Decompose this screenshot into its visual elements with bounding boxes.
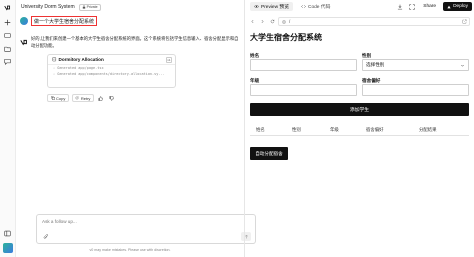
- eye-icon: [254, 5, 259, 8]
- copy-icon: [50, 96, 55, 100]
- user-message-avatar: [20, 17, 28, 25]
- sidebar-toggle-icon[interactable]: [3, 229, 12, 238]
- forward-icon[interactable]: [258, 18, 266, 26]
- assistant-message: 好的,让我们来创建一个基本的大学生宿舍分配系统的界面。这个系统将包括学生信息输入…: [31, 36, 239, 48]
- tab-preview-label: Preview 预览: [261, 5, 289, 10]
- grade-input[interactable]: [250, 84, 357, 96]
- fullscreen-icon[interactable]: [407, 2, 416, 11]
- pane-divider[interactable]: [244, 0, 245, 257]
- thumbs-down-icon[interactable]: [108, 94, 116, 102]
- lock-icon: [82, 5, 85, 9]
- chat-pane: University Dorm System Private 做一个大学生宿舍分…: [16, 0, 256, 257]
- tab-preview[interactable]: Preview 预览: [250, 2, 293, 11]
- v0-assistant-icon: [20, 38, 28, 46]
- user-avatar[interactable]: [3, 243, 13, 253]
- preview-app: 大学生宿舍分配系统 姓名 性别 选择性别 年级 宿舍偏好 添加学生 姓名 性别 …: [250, 33, 470, 160]
- followup-box: [36, 214, 256, 244]
- back-icon[interactable]: [248, 18, 256, 26]
- thumbs-up-icon[interactable]: [97, 94, 105, 102]
- add-student-button[interactable]: 添加学生: [250, 103, 469, 116]
- file-code-icon: [52, 57, 57, 62]
- privacy-label: Private: [86, 5, 98, 9]
- url-field[interactable]: /: [278, 17, 470, 26]
- copy-button[interactable]: Copy: [47, 94, 69, 102]
- students-table-header: 姓名 性别 年级 宿舍偏好 分配结果: [250, 125, 469, 136]
- triangle-icon: [447, 5, 451, 8]
- app-title: 大学生宿舍分配系统: [250, 33, 322, 42]
- plus-icon[interactable]: [3, 18, 12, 27]
- tab-code-label: Code 代码: [308, 5, 331, 10]
- copy-label: Copy: [56, 95, 66, 101]
- user-message-row: 做一个大学生宿舍分配系统: [20, 16, 98, 26]
- table-header-cell: 性别: [292, 127, 301, 132]
- table-header-cell: 年级: [330, 127, 339, 132]
- url-bar: /: [246, 15, 472, 28]
- artifact-header: Dormitory Allocation: [48, 55, 175, 65]
- url-text: /: [289, 19, 291, 24]
- chat-history-icon[interactable]: [3, 31, 12, 40]
- followup-input[interactable]: [42, 219, 242, 224]
- auto-allocate-button[interactable]: 自动分配宿舍: [250, 147, 288, 160]
- artifact-title: Dormitory Allocation: [58, 57, 104, 62]
- tab-code[interactable]: Code 代码: [297, 2, 334, 11]
- chat-title[interactable]: University Dorm System: [21, 4, 75, 10]
- retry-icon: [76, 96, 79, 100]
- external-link-icon[interactable]: [462, 19, 467, 24]
- v0-logo-icon[interactable]: [3, 3, 12, 12]
- artifact-line-text: Generated app/components/directory-alloc…: [57, 72, 165, 76]
- refresh-icon[interactable]: [268, 18, 276, 26]
- share-button[interactable]: Share: [419, 2, 440, 11]
- left-rail: [0, 0, 16, 257]
- table-header-cell: 分配结果: [419, 127, 437, 132]
- feedback-icon[interactable]: [3, 57, 12, 66]
- chat-header: University Dorm System Private: [16, 0, 244, 14]
- artifact-line-text: Generated app/page.tsx: [57, 66, 104, 70]
- retry-button[interactable]: Retry: [71, 94, 94, 102]
- disclaimer: v0 may make mistakes. Please use with di…: [89, 248, 171, 252]
- gender-select[interactable]: 选择性别: [362, 59, 469, 71]
- table-header-cell: 宿舍偏好: [366, 127, 384, 132]
- preview-toolbar-right: Share Deploy: [395, 2, 472, 11]
- projects-icon[interactable]: [3, 44, 12, 53]
- artifact-card[interactable]: Dormitory Allocation v1 ☆ Generated app/…: [47, 54, 176, 88]
- artifact-version-badge-icon[interactable]: v1: [166, 57, 172, 63]
- preview-tabs: Preview 预览 Code 代码: [250, 2, 334, 11]
- table-header-cell: 姓名: [256, 127, 265, 132]
- retry-label: Retry: [80, 95, 91, 101]
- download-icon[interactable]: [395, 2, 404, 11]
- privacy-badge[interactable]: Private: [78, 3, 101, 11]
- globe-icon: [282, 19, 286, 24]
- user-message: 做一个大学生宿舍分配系统: [31, 16, 98, 26]
- attach-icon[interactable]: [43, 234, 49, 240]
- chevron-down-icon: [461, 64, 464, 67]
- code-icon: [301, 5, 306, 8]
- artifact-line: ☆ Generated app/components/directory-all…: [53, 72, 165, 76]
- message-actions: Copy Retry: [47, 94, 116, 102]
- gender-select-value: 选择性别: [366, 62, 385, 67]
- send-button[interactable]: [241, 232, 251, 241]
- preference-input[interactable]: [362, 84, 469, 96]
- deploy-label: Deploy: [453, 4, 468, 9]
- name-input[interactable]: [250, 59, 357, 71]
- deploy-button[interactable]: Deploy: [443, 2, 472, 11]
